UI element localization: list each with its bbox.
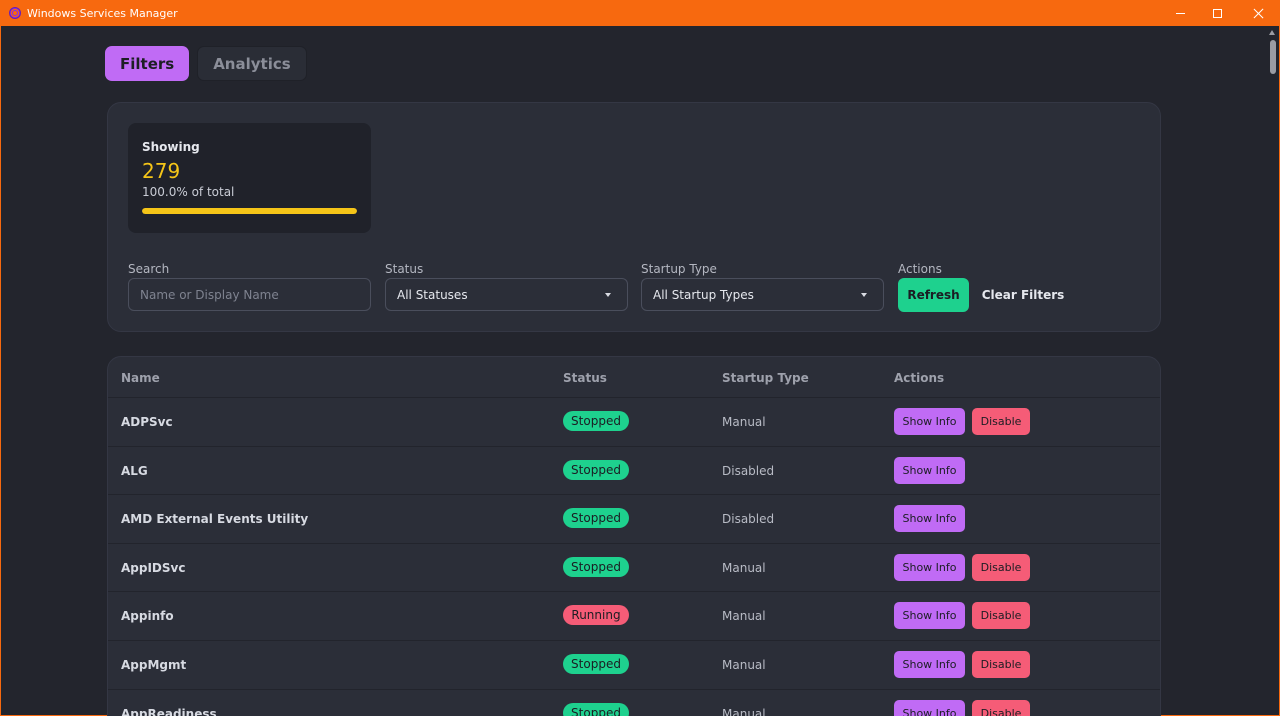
startup-type: Manual bbox=[722, 560, 766, 575]
table-row: AppIDSvc Stopped Manual Show Info Disable bbox=[108, 542, 1160, 592]
startup-type: Disabled bbox=[722, 512, 775, 527]
disable-button[interactable]: Disable bbox=[972, 408, 1030, 435]
startup-type-select[interactable]: All Startup Types bbox=[641, 278, 884, 311]
status-label: Status bbox=[385, 262, 424, 276]
startup-type: Disabled bbox=[722, 463, 775, 478]
minimize-button[interactable] bbox=[1162, 0, 1199, 26]
tab-analytics[interactable]: Analytics bbox=[197, 46, 307, 81]
header-name[interactable]: Name bbox=[121, 371, 160, 385]
header-startup-type[interactable]: Startup Type bbox=[722, 371, 809, 385]
startup-type: Manual bbox=[722, 706, 766, 716]
stat-count: 279 bbox=[142, 159, 181, 183]
vertical-scrollbar[interactable] bbox=[1266, 27, 1279, 715]
service-name: Appinfo bbox=[121, 609, 174, 624]
window-title: Windows Services Manager bbox=[27, 6, 178, 20]
actions-label: Actions bbox=[898, 262, 942, 276]
search-label: Search bbox=[128, 262, 170, 276]
stat-percent: 100.0% of total bbox=[142, 185, 235, 199]
status-badge: Stopped bbox=[563, 459, 629, 480]
startup-type-label: Startup Type bbox=[641, 262, 717, 276]
close-button[interactable] bbox=[1236, 0, 1280, 26]
tab-bar: Filters Analytics bbox=[105, 46, 307, 81]
refresh-button[interactable]: Refresh bbox=[898, 278, 969, 312]
header-actions: Actions bbox=[894, 371, 945, 385]
stat-progress-bar bbox=[142, 208, 357, 214]
table-row: AMD External Events Utility Stopped Disabl… bbox=[108, 494, 1160, 543]
search-input[interactable]: Name or Display Name bbox=[128, 278, 371, 311]
window-border-left bbox=[0, 26, 1, 716]
tab-filters[interactable]: Filters bbox=[105, 46, 190, 81]
service-name: AppIDSvc bbox=[121, 560, 186, 575]
table-row: ALG Stopped Disabled Show Info bbox=[108, 445, 1160, 495]
title-bar: Windows Services Manager bbox=[0, 0, 1280, 26]
service-name: AppReadiness bbox=[121, 706, 217, 716]
status-badge: Stopped bbox=[563, 702, 629, 716]
window-controls bbox=[1162, 0, 1280, 26]
header-status[interactable]: Status bbox=[563, 371, 607, 385]
service-name: ADPSvc bbox=[121, 415, 173, 429]
filters-card: Showing 279 100.0% of total Search Name … bbox=[107, 102, 1161, 332]
service-name: ALG bbox=[121, 463, 148, 478]
maximize-button[interactable] bbox=[1199, 0, 1236, 26]
startup-type-select-value: All Startup Types bbox=[653, 287, 754, 302]
table-row: AppReadiness Stopped Manual Show Info Disabl… bbox=[108, 688, 1160, 716]
disable-button[interactable]: Disable bbox=[972, 651, 1030, 678]
chevron-down-icon bbox=[605, 293, 611, 297]
status-badge: Stopped bbox=[563, 654, 629, 674]
show-info-button[interactable]: Show Info bbox=[894, 602, 965, 630]
table-row: ADPSvc Stopped Manual Show Info Disable bbox=[108, 397, 1160, 446]
clear-filters-button[interactable]: Clear Filters bbox=[980, 278, 1066, 312]
show-info-button[interactable]: Show Info bbox=[894, 505, 965, 533]
service-name: AppMgmt bbox=[121, 658, 187, 672]
chevron-down-icon bbox=[861, 293, 867, 297]
status-select-value: All Statuses bbox=[397, 287, 468, 302]
status-badge: Stopped bbox=[563, 508, 629, 529]
minimize-icon bbox=[1176, 12, 1185, 14]
services-table: Name Status Startup Type Actions ADPSvc S… bbox=[107, 356, 1161, 716]
show-info-button[interactable]: Show Info bbox=[894, 699, 965, 716]
app-logo-icon bbox=[9, 7, 21, 19]
service-name: AMD External Events Utility bbox=[121, 512, 309, 527]
status-badge: Stopped bbox=[563, 556, 629, 577]
startup-type: Manual bbox=[722, 609, 766, 624]
showing-stat-card: Showing 279 100.0% of total bbox=[128, 123, 371, 233]
status-badge: Running bbox=[563, 605, 629, 626]
startup-type: Manual bbox=[722, 658, 766, 672]
search-placeholder: Name or Display Name bbox=[140, 287, 279, 302]
maximize-icon bbox=[1213, 8, 1222, 18]
stat-progress-fill bbox=[142, 208, 357, 214]
startup-type: Manual bbox=[722, 415, 766, 429]
table-header: Name Status Startup Type Actions bbox=[108, 357, 1160, 397]
status-badge: Stopped bbox=[563, 411, 629, 431]
table-row: AppMgmt Stopped Manual Show Info Disable bbox=[108, 640, 1160, 689]
show-info-button[interactable]: Show Info bbox=[894, 651, 965, 678]
show-info-button[interactable]: Show Info bbox=[894, 456, 965, 484]
stat-label: Showing bbox=[142, 140, 200, 154]
disable-button[interactable]: Disable bbox=[972, 602, 1030, 630]
scrollbar-thumb[interactable] bbox=[1270, 40, 1276, 74]
show-info-button[interactable]: Show Info bbox=[894, 553, 965, 581]
table-row: Appinfo Running Manual Show Info Disable bbox=[108, 591, 1160, 640]
disable-button[interactable]: Disable bbox=[972, 553, 1030, 581]
disable-button[interactable]: Disable bbox=[972, 699, 1030, 716]
status-select[interactable]: All Statuses bbox=[385, 278, 628, 311]
close-icon bbox=[1253, 8, 1264, 19]
show-info-button[interactable]: Show Info bbox=[894, 408, 965, 435]
scroll-up-arrow-icon[interactable] bbox=[1269, 30, 1275, 35]
